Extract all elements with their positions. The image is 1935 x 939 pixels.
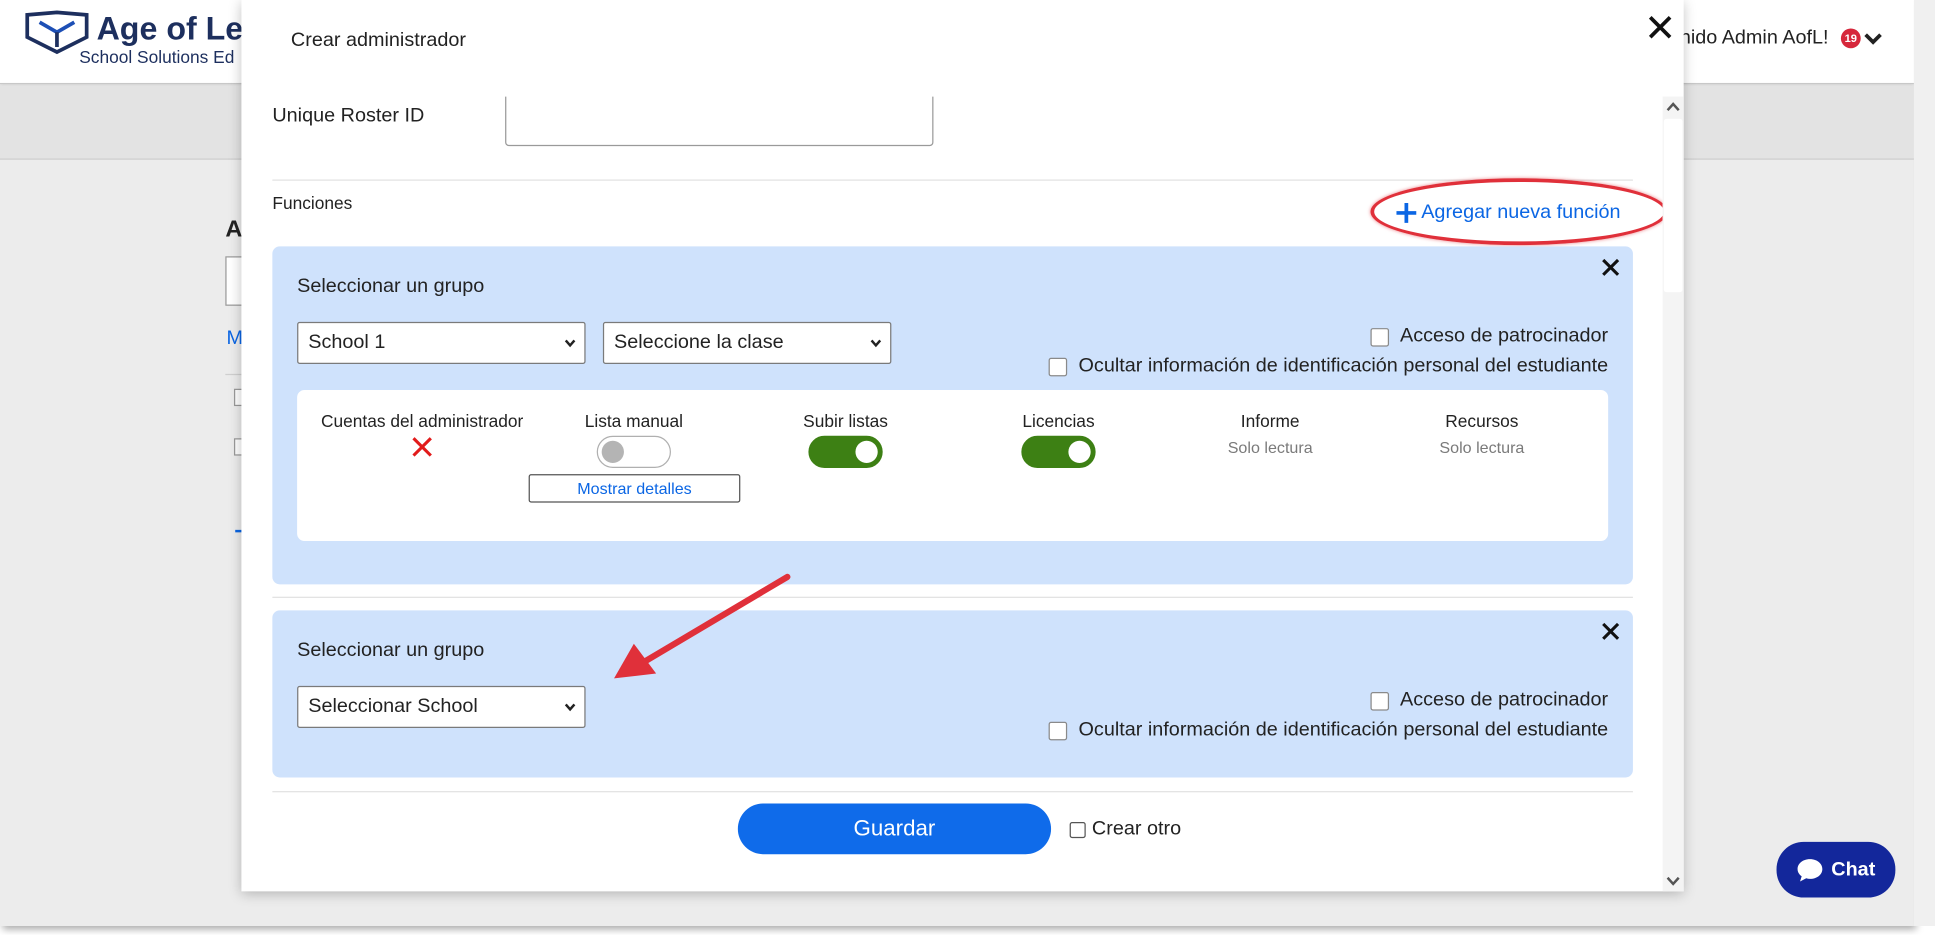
perm-value: Solo lectura bbox=[1227, 438, 1313, 457]
close-icon[interactable] bbox=[1601, 621, 1621, 641]
plus-icon bbox=[1396, 203, 1417, 223]
permissions-panel: Cuentas del administrador Lista manual M… bbox=[297, 389, 1609, 542]
perm-value: Solo lectura bbox=[1439, 438, 1525, 457]
checkbox[interactable] bbox=[1048, 721, 1068, 740]
licenses-toggle[interactable] bbox=[1021, 435, 1096, 468]
perm-title: Cuentas del administrador bbox=[320, 411, 524, 431]
perm-manual-list: Lista manual bbox=[529, 411, 739, 468]
brand-subtitle: School Solutions Ed bbox=[79, 47, 235, 67]
create-other-checkbox[interactable]: Crear otro bbox=[1069, 818, 1182, 840]
chevron-down-icon[interactable] bbox=[1663, 870, 1684, 891]
checkbox[interactable] bbox=[1048, 357, 1068, 376]
close-icon[interactable] bbox=[1647, 14, 1674, 41]
add-role-button[interactable]: Agregar nueva función bbox=[1395, 198, 1621, 228]
roster-id-input[interactable] bbox=[505, 96, 934, 147]
upload-lists-toggle[interactable] bbox=[808, 435, 883, 468]
hide-pii-label: Ocultar información de identificación pe… bbox=[1078, 719, 1609, 741]
add-role-label: Agregar nueva función bbox=[1421, 201, 1621, 223]
background-heading: A bbox=[225, 216, 243, 243]
perm-admin-accounts: Cuentas del administrador bbox=[317, 411, 527, 458]
modal-scrollbar[interactable] bbox=[1662, 96, 1684, 892]
sponsor-access-checkbox[interactable]: Acceso de patrocinador bbox=[1370, 326, 1608, 348]
screen: Age of Lea School Solutions Ed enido Adm… bbox=[0, 0, 1935, 935]
scroll-thumb[interactable] bbox=[1663, 118, 1683, 293]
red-x-icon bbox=[412, 437, 432, 457]
toggle-knob bbox=[855, 440, 878, 464]
chat-bubble-icon bbox=[1797, 858, 1823, 881]
checkbox[interactable] bbox=[1370, 691, 1389, 710]
perm-title: Informe bbox=[1240, 411, 1300, 431]
toggle-knob bbox=[601, 440, 624, 464]
divider bbox=[272, 596, 1633, 598]
perm-report: Informe Solo lectura bbox=[1165, 411, 1375, 457]
sponsor-access-checkbox[interactable]: Acceso de patrocinador bbox=[1370, 690, 1608, 712]
divider bbox=[272, 179, 1633, 181]
brand-name: Age of Lea bbox=[96, 9, 262, 48]
roster-id-label: Unique Roster ID bbox=[272, 105, 425, 127]
sponsor-access-label: Acceso de patrocinador bbox=[1400, 689, 1609, 711]
school-select-value: School 1 bbox=[308, 331, 386, 353]
checkbox[interactable] bbox=[1069, 821, 1086, 838]
chat-button[interactable]: Chat bbox=[1776, 841, 1896, 898]
role-group-card: Seleccionar un grupo School 1 Seleccione… bbox=[272, 246, 1633, 585]
create-other-label: Crear otro bbox=[1091, 818, 1182, 840]
show-details-button[interactable]: Mostrar detalles bbox=[528, 474, 741, 503]
functions-label: Funciones bbox=[272, 193, 353, 213]
chevron-down-icon bbox=[870, 339, 882, 348]
divider bbox=[272, 791, 1633, 793]
class-select-value: Seleccione la clase bbox=[614, 331, 784, 353]
modal-title: Crear administrador bbox=[290, 29, 466, 51]
toggle-knob bbox=[1068, 440, 1091, 464]
class-select[interactable]: Seleccione la clase bbox=[602, 321, 892, 364]
group-title: Seleccionar un grupo bbox=[297, 276, 485, 298]
perm-licenses: Licencias bbox=[953, 411, 1163, 468]
close-icon[interactable] bbox=[1601, 258, 1621, 278]
hide-pii-label: Ocultar información de identificación pe… bbox=[1078, 355, 1609, 377]
school-select[interactable]: School 1 bbox=[297, 321, 586, 364]
modal-body: Unique Roster ID Funciones Agregar nueva… bbox=[241, 96, 1663, 892]
sponsor-access-label: Acceso de patrocinador bbox=[1400, 325, 1609, 347]
perm-upload-lists: Subir listas bbox=[740, 411, 950, 468]
chevron-down-icon bbox=[564, 703, 576, 712]
group-title: Seleccionar un grupo bbox=[297, 640, 485, 662]
perm-title: Licencias bbox=[1022, 411, 1095, 431]
hide-pii-checkbox[interactable]: Ocultar información de identificación pe… bbox=[1048, 355, 1609, 377]
user-greeting[interactable]: enido Admin AofL! bbox=[1669, 27, 1829, 49]
checkbox[interactable] bbox=[1370, 327, 1389, 347]
role-group-card: Seleccionar un grupo Seleccionar School … bbox=[272, 610, 1633, 778]
perm-resources: Recursos Solo lectura bbox=[1377, 411, 1587, 457]
window-scrollbar[interactable] bbox=[1913, 0, 1935, 927]
chevron-down-icon bbox=[564, 339, 576, 348]
manual-list-toggle[interactable] bbox=[596, 435, 671, 468]
perm-title: Recursos bbox=[1445, 411, 1519, 431]
chevron-down-icon[interactable] bbox=[1863, 30, 1883, 47]
chat-label: Chat bbox=[1831, 858, 1876, 880]
perm-title: Lista manual bbox=[584, 411, 683, 431]
save-button[interactable]: Guardar bbox=[737, 803, 1052, 855]
create-admin-modal: Crear administrador Unique Roster ID Fun… bbox=[241, 0, 1684, 892]
school-select-value: Seleccionar School bbox=[308, 695, 478, 717]
hide-pii-checkbox[interactable]: Ocultar información de identificación pe… bbox=[1048, 719, 1609, 741]
school-select[interactable]: Seleccionar School bbox=[297, 685, 586, 728]
chevron-up-icon[interactable] bbox=[1663, 97, 1684, 118]
notification-badge[interactable]: 19 bbox=[1840, 28, 1861, 49]
perm-title: Subir listas bbox=[803, 411, 888, 431]
